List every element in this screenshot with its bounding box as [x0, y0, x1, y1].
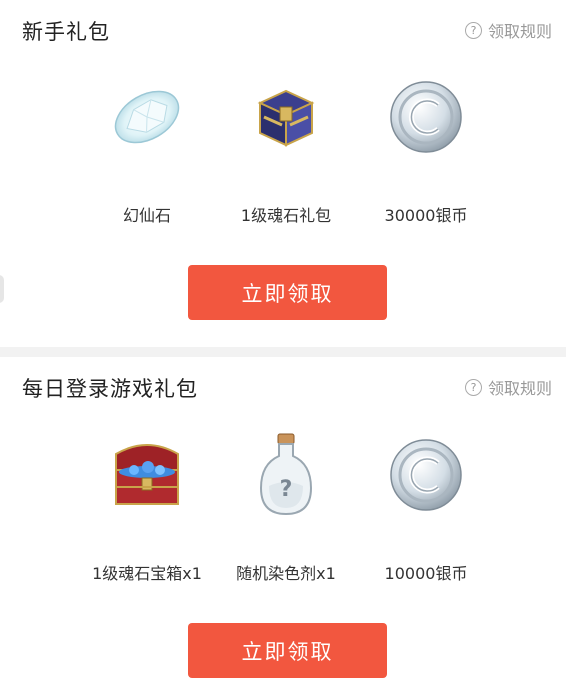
gift-item: ? 随机染色剂x1	[221, 430, 351, 584]
rules-link[interactable]: ? 领取规则	[464, 375, 552, 399]
claim-button[interactable]: 立即领取	[188, 265, 387, 320]
crystal-stone-icon	[102, 72, 192, 162]
item-label: 30000银币	[384, 206, 468, 225]
rules-link[interactable]: ? 领取规则	[464, 18, 552, 42]
section-title: 新手礼包	[22, 20, 110, 44]
gift-item: 1级魂石礼包	[221, 72, 351, 226]
gift-item: 10000银币	[361, 430, 491, 584]
gift-items: 1级魂石宝箱x1 ? 随机染色剂x1 10000银币	[0, 430, 566, 630]
daily-login-gift-section: 每日登录游戏礼包 ? 领取规则 1级魂石宝箱x1 ? 随机染色剂x1 10000…	[0, 357, 566, 688]
soul-stone-pack-icon	[241, 72, 331, 162]
rules-label: 领取规则	[487, 379, 552, 398]
section-title: 每日登录游戏礼包	[22, 377, 198, 401]
potion-bottle-icon: ?	[241, 430, 331, 520]
gift-item: 幻仙石	[82, 72, 212, 226]
gift-page: 新手礼包 ? 领取规则 幻仙石 1级魂石礼包 30000银币 立即领取 每日登录…	[0, 0, 566, 688]
silver-coin-icon	[381, 430, 471, 520]
item-label: 1级魂石礼包	[240, 206, 332, 225]
section-divider	[0, 347, 566, 357]
treasure-chest-icon	[102, 430, 192, 520]
gift-item: 1级魂石宝箱x1	[82, 430, 212, 584]
question-icon: ?	[464, 378, 482, 396]
item-label: 随机染色剂x1	[236, 564, 336, 583]
item-label: 幻仙石	[122, 206, 171, 225]
svg-text:?: ?	[280, 477, 293, 502]
item-label: 1级魂石宝箱x1	[92, 564, 202, 583]
gift-items: 幻仙石 1级魂石礼包 30000银币	[0, 72, 566, 272]
gift-item: 30000银币	[361, 72, 491, 226]
question-icon: ?	[464, 21, 482, 39]
side-handle	[0, 275, 4, 303]
silver-coin-icon	[381, 72, 471, 162]
newbie-gift-section: 新手礼包 ? 领取规则 幻仙石 1级魂石礼包 30000银币 立即领取	[0, 0, 566, 347]
item-label: 10000银币	[384, 564, 468, 583]
claim-button[interactable]: 立即领取	[188, 623, 387, 678]
rules-label: 领取规则	[487, 22, 552, 41]
